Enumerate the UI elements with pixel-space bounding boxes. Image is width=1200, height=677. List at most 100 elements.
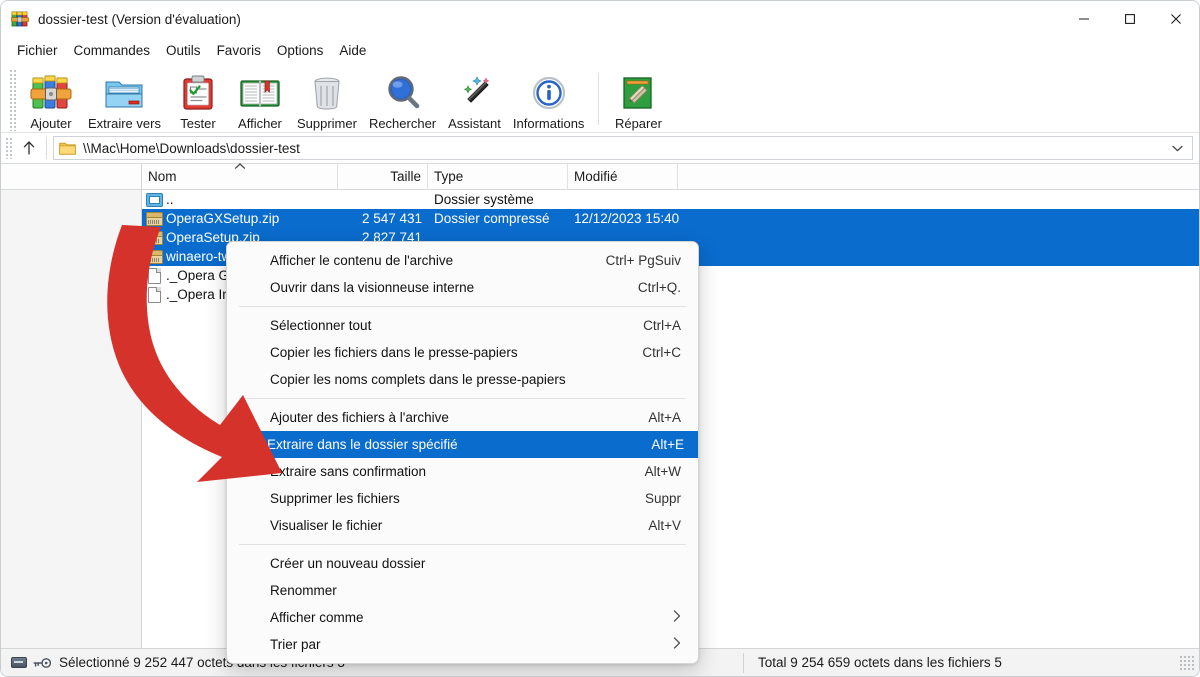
winrar-books-icon [11, 10, 29, 28]
toolbar-separator [598, 73, 600, 125]
menu-item-extraire-dossier-specifie[interactable]: Extraire dans le dossier spécifié Alt+E [227, 431, 698, 458]
context-menu: Afficher le contenu de l'archive Ctrl+ P… [226, 241, 699, 664]
menu-item-ouvrir-visionneuse[interactable]: Ouvrir dans la visionneuse interne Ctrl+… [230, 274, 695, 301]
menu-commandes[interactable]: Commandes [66, 40, 159, 61]
folder-up-icon [142, 192, 166, 207]
menu-options[interactable]: Options [269, 40, 332, 61]
wizard-wand-icon [451, 71, 499, 115]
toolbar-button-tester[interactable]: Tester [167, 67, 229, 133]
address-input[interactable]: \\Mac\Home\Downloads\dossier-test [53, 136, 1193, 160]
menu-item-label: Ajouter des fichiers à l'archive [270, 410, 449, 425]
menu-item-visualiser-fichier[interactable]: Visualiser le fichier Alt+V [230, 512, 695, 539]
folder-tree-body[interactable] [1, 190, 141, 648]
toolbar-label-extraire-vers: Extraire vers [88, 116, 161, 131]
toolbar-label-informations: Informations [512, 116, 585, 131]
table-row[interactable]: .. Dossier système [142, 190, 1199, 209]
chevron-down-icon[interactable] [1166, 145, 1188, 152]
toolbar-button-afficher[interactable]: Afficher [229, 67, 291, 133]
toolbar-label-reparer: Réparer [614, 116, 662, 131]
plain-file-icon [142, 267, 166, 284]
toolbar-button-extraire-vers[interactable]: Extraire vers [82, 67, 167, 133]
menu-item-label: Afficher comme [270, 610, 364, 625]
column-header-nom-label: Nom [148, 169, 177, 184]
close-button[interactable] [1153, 1, 1199, 37]
menu-item-copier-fichiers[interactable]: Copier les fichiers dans le presse-papie… [230, 339, 695, 366]
toolbar-button-assistant[interactable]: Assistant [442, 67, 507, 133]
menu-item-afficher-comme[interactable]: Afficher comme [230, 604, 695, 631]
toolbar-button-rechercher[interactable]: Rechercher [363, 67, 442, 133]
winrar-window: dossier-test (Version d'évaluation) Fich… [0, 0, 1200, 677]
address-bar-grip[interactable] [5, 137, 12, 159]
column-header-filler [678, 164, 1199, 190]
menu-separator [239, 306, 686, 307]
column-header-nom[interactable]: Nom [142, 162, 338, 190]
menu-item-shortcut: Alt+A [648, 410, 681, 425]
sort-ascending-icon [233, 162, 246, 173]
file-size: 2 547 431 [361, 211, 422, 226]
add-to-archive-icon [27, 71, 75, 115]
table-row[interactable]: OperaGXSetup.zip 2 547 431 Dossier compr… [142, 209, 1199, 228]
maximize-button[interactable] [1107, 1, 1153, 37]
menu-item-shortcut: Ctrl+C [642, 345, 681, 360]
menu-item-selectionner-tout[interactable]: Sélectionner tout Ctrl+A [230, 312, 695, 339]
toolbar-button-informations[interactable]: Informations [507, 67, 591, 133]
menu-separator [239, 398, 686, 399]
menu-item-renommer[interactable]: Renommer [230, 577, 695, 604]
menu-item-trier-par[interactable]: Trier par [230, 631, 695, 658]
menu-item-label: Copier les noms complets dans le presse-… [270, 372, 566, 387]
menu-separator [239, 544, 686, 545]
menu-outils[interactable]: Outils [158, 40, 209, 61]
menu-favoris[interactable]: Favoris [209, 40, 269, 61]
menu-item-ajouter-fichiers[interactable]: Ajouter des fichiers à l'archive Alt+A [230, 404, 695, 431]
file-modified: 12/12/2023 15:40 [574, 211, 680, 226]
menu-item-label: Ouvrir dans la visionneuse interne [270, 280, 475, 295]
menu-item-label: Copier les fichiers dans le presse-papie… [270, 345, 518, 360]
minimize-button[interactable] [1061, 1, 1107, 37]
menu-aide[interactable]: Aide [331, 40, 374, 61]
file-type: Dossier système [434, 192, 534, 207]
menu-item-shortcut: Suppr [644, 491, 681, 506]
resize-grip[interactable] [1179, 654, 1195, 671]
status-divider [742, 652, 744, 673]
column-header-modifie-label: Modifié [574, 169, 618, 184]
menu-item-label: Afficher le contenu de l'archive [270, 253, 454, 268]
address-path: \\Mac\Home\Downloads\dossier-test [83, 140, 300, 156]
menu-item-label: Visualiser le fichier [270, 518, 383, 533]
menu-item-label: Renommer [270, 583, 337, 598]
toolbar: Ajouter Extraire vers Tester Afficher Su… [1, 63, 1199, 133]
menu-item-label: Sélectionner tout [270, 318, 372, 333]
column-header-type-label: Type [434, 169, 464, 184]
menu-item-creer-nouveau-dossier[interactable]: Créer un nouveau dossier [230, 550, 695, 577]
window-controls [1061, 1, 1199, 37]
address-divider [46, 137, 47, 159]
info-circle-icon [525, 71, 573, 115]
menu-item-copier-noms-complets[interactable]: Copier les noms complets dans le presse-… [230, 366, 695, 393]
toolbar-button-reparer[interactable]: Réparer [607, 67, 669, 133]
menu-bar: Fichier Commandes Outils Favoris Options… [1, 37, 1199, 63]
key-icon[interactable] [33, 657, 52, 669]
toolbar-button-ajouter[interactable]: Ajouter [20, 67, 82, 133]
window-title: dossier-test (Version d'évaluation) [38, 11, 241, 27]
column-header-type[interactable]: Type [428, 163, 568, 190]
menu-item-shortcut: Alt+W [644, 464, 681, 479]
folder-tree-pane[interactable] [1, 164, 142, 648]
menu-item-extraire-sans-confirmation[interactable]: Extraire sans confirmation Alt+W [230, 458, 695, 485]
toolbar-label-afficher: Afficher [238, 116, 282, 131]
menu-item-supprimer-fichiers[interactable]: Supprimer les fichiers Suppr [230, 485, 695, 512]
arrow-up-icon[interactable] [14, 136, 44, 160]
address-bar: \\Mac\Home\Downloads\dossier-test [1, 133, 1199, 163]
toolbar-label-rechercher: Rechercher [368, 116, 437, 131]
menu-fichier[interactable]: Fichier [9, 40, 66, 61]
repair-book-icon [614, 71, 662, 115]
plain-file-icon [142, 286, 166, 303]
chevron-right-icon [673, 610, 681, 625]
view-book-icon [236, 71, 284, 115]
toolbar-grip[interactable] [9, 69, 16, 131]
column-header-modifie[interactable]: Modifié [568, 163, 678, 190]
drive-icon [11, 657, 27, 668]
extract-to-folder-icon [100, 71, 148, 115]
column-header-taille[interactable]: Taille [338, 163, 428, 190]
toolbar-button-supprimer[interactable]: Supprimer [291, 67, 363, 133]
zip-archive-icon [142, 211, 166, 226]
menu-item-afficher-contenu[interactable]: Afficher le contenu de l'archive Ctrl+ P… [230, 247, 695, 274]
